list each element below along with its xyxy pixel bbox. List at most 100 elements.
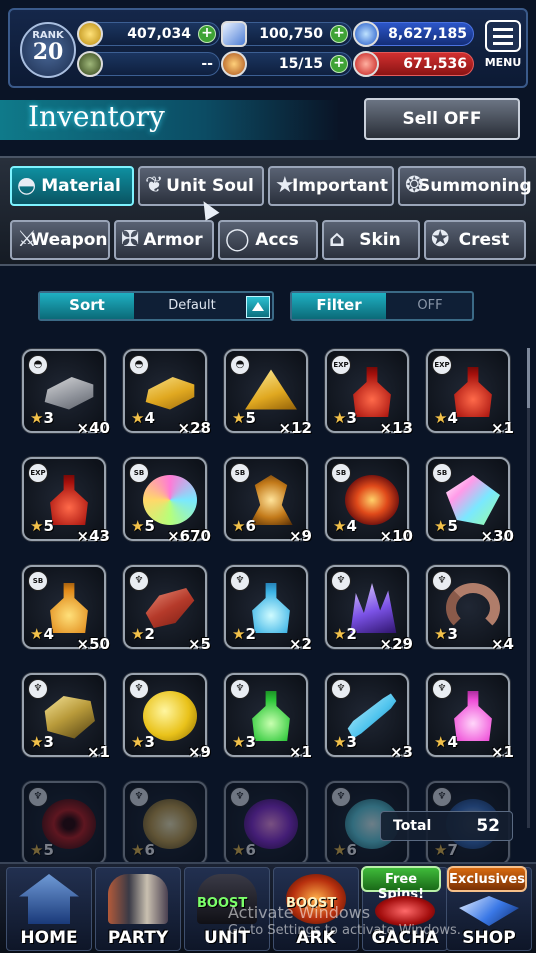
item-cell[interactable]: ♆ ★3 ×9: [119, 669, 223, 765]
tab-label: Material: [41, 176, 121, 196]
tab-important[interactable]: ★ Important: [268, 166, 394, 206]
scrollbar[interactable]: [527, 348, 530, 828]
gil-counter: 407,034 +: [77, 21, 220, 47]
awaken-type-icon: ♆: [28, 679, 48, 699]
nav-label: PARTY: [107, 928, 169, 948]
item-cell[interactable]: ♆ ★3 ×1: [18, 669, 122, 765]
status-bar: RANK 20 407,034 + 100,750 + 8,627,185 --…: [8, 8, 528, 88]
add-energy-button[interactable]: +: [330, 55, 348, 73]
rarity-value: 3: [447, 625, 458, 643]
tab-crest[interactable]: ✪ Crest: [424, 220, 526, 260]
tab-accs[interactable]: ◯ Accs: [218, 220, 318, 260]
material-type-icon: ◓: [129, 355, 149, 375]
tab-material[interactable]: ◓ Material: [10, 166, 134, 206]
tab-skin[interactable]: ⌂ Skin: [322, 220, 420, 260]
filter-control[interactable]: Filter OFF: [290, 291, 474, 321]
rarity-stars: ★3: [30, 409, 54, 427]
awaken-type-icon: ♆: [432, 787, 452, 807]
rarity-stars: ★5: [30, 517, 54, 535]
tab-armor[interactable]: ✠ Armor: [114, 220, 214, 260]
star-icon: ★: [434, 733, 448, 751]
star-icon: ★: [333, 841, 347, 859]
item-cell[interactable]: SB ★4 ×50: [18, 561, 122, 657]
rarity-value: 4: [43, 625, 54, 643]
rarity-stars: ★2: [232, 625, 256, 643]
energy-value: 15/15: [278, 56, 323, 72]
rarity-value: 5: [43, 841, 54, 859]
rarity-stars: ★5: [232, 409, 256, 427]
item-cell[interactable]: ◓ ★4 ×28: [119, 345, 223, 441]
item-cell[interactable]: ◓ ★5 ×12: [220, 345, 324, 441]
item-quantity: ×30: [480, 527, 514, 545]
star-icon: ★: [333, 409, 347, 427]
item-cell[interactable]: ♆ ★4 ×1: [422, 669, 526, 765]
exclusives-badge: Exclusives: [447, 866, 527, 892]
awaken-type-icon: ♆: [129, 571, 149, 591]
rarity-stars: ★2: [131, 625, 155, 643]
menu-button[interactable]: MENU: [482, 20, 524, 82]
tab-label: Important: [291, 176, 389, 196]
rarity-value: 2: [346, 625, 357, 643]
sell-toggle-button[interactable]: Sell OFF: [364, 98, 520, 140]
item-cell[interactable]: SB ★4 ×10: [321, 453, 425, 549]
item-cell[interactable]: EXP ★3 ×13: [321, 345, 425, 441]
item-cell[interactable]: SB ★5 ×30: [422, 453, 526, 549]
item-cell[interactable]: ♆ ★5: [18, 777, 122, 873]
item-cell[interactable]: ♆ ★6: [119, 777, 223, 873]
rarity-stars: ★6: [232, 841, 256, 859]
watermark-line-1: Activate Windows: [228, 903, 371, 922]
star-icon: ★: [333, 733, 347, 751]
star-icon: ★: [333, 625, 347, 643]
red-currency-value: 671,536: [403, 56, 467, 72]
item-cell[interactable]: EXP ★5 ×43: [18, 453, 122, 549]
rarity-stars: ★3: [434, 625, 458, 643]
item-cell[interactable]: ♆ ★2 ×29: [321, 561, 425, 657]
item-quantity: ×28: [177, 419, 211, 437]
sort-control[interactable]: Sort Default: [38, 291, 274, 321]
rarity-stars: ★5: [30, 841, 54, 859]
rarity-stars: ★3: [232, 733, 256, 751]
rarity-value: 3: [43, 409, 54, 427]
friend-points-counter: 8,627,185: [353, 21, 474, 47]
unit-soul-icon: ❦: [145, 173, 164, 198]
star-icon: ★: [131, 409, 145, 427]
material-type-icon: ◓: [28, 355, 48, 375]
rarity-stars: ★3: [131, 733, 155, 751]
rarity-value: 6: [245, 841, 256, 859]
tab-label: Summoning: [418, 176, 532, 196]
awaken-type-icon: ♆: [331, 679, 351, 699]
tab-unit-soul[interactable]: ❦ Unit Soul: [138, 166, 264, 206]
rarity-stars: ★5: [131, 517, 155, 535]
item-cell[interactable]: ♆ ★2 ×5: [119, 561, 223, 657]
item-quantity: ×2: [288, 635, 312, 653]
sort-order-button[interactable]: [246, 296, 270, 318]
rarity-stars: ★3: [333, 733, 357, 751]
awaken-type-icon: ♆: [432, 679, 452, 699]
item-cell[interactable]: EXP ★4 ×1: [422, 345, 526, 441]
item-quantity: ×1: [490, 743, 514, 761]
friend-points-value: 8,627,185: [388, 26, 467, 42]
nav-label: HOME: [20, 928, 78, 948]
item-cell[interactable]: ♆ ★3 ×4: [422, 561, 526, 657]
tab-weapon[interactable]: ⚔ Weapon: [10, 220, 110, 260]
item-cell[interactable]: ♆ ★3 ×1: [220, 669, 324, 765]
add-gil-button[interactable]: +: [198, 25, 216, 43]
item-cell[interactable]: ♆ ★6: [220, 777, 324, 873]
rarity-stars: ★4: [333, 517, 357, 535]
item-cell[interactable]: SB ★6 ×9: [220, 453, 324, 549]
add-lapis-button[interactable]: +: [330, 25, 348, 43]
item-cell[interactable]: SB ★5 ×670: [119, 453, 223, 549]
total-label: Total: [393, 818, 432, 834]
nav-home[interactable]: HOME: [6, 867, 92, 951]
arrow-up-icon: [252, 302, 264, 311]
rarity-value: 4: [346, 517, 357, 535]
star-icon: ★: [30, 733, 44, 751]
item-cell[interactable]: ◓ ★3 ×40: [18, 345, 122, 441]
rank-badge[interactable]: RANK 20: [20, 22, 76, 78]
nav-party[interactable]: PARTY: [95, 867, 181, 951]
item-cell[interactable]: ♆ ★2 ×2: [220, 561, 324, 657]
item-cell[interactable]: ♆ ★3 ×3: [321, 669, 425, 765]
star-icon: ★: [232, 517, 246, 535]
item-quantity: ×12: [278, 419, 312, 437]
tab-summoning[interactable]: ❂ Summoning: [398, 166, 532, 206]
